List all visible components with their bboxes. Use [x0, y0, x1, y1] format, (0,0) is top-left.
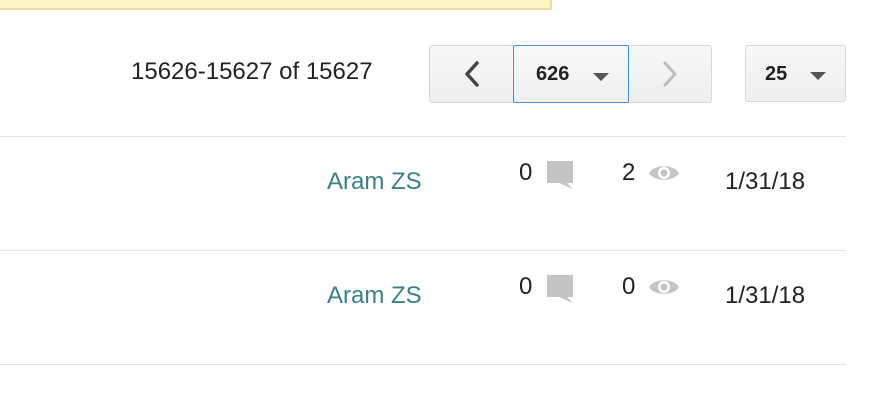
notice-banner	[0, 0, 552, 10]
current-page-value: 626	[536, 63, 570, 85]
eye-icon	[649, 166, 679, 180]
view-count: 2	[622, 159, 636, 186]
comment-icon	[547, 275, 573, 303]
post-date: 1/31/18	[725, 282, 806, 309]
page: 15626-15627 of 15627 626 25 Aram ZS 0 2 …	[0, 0, 884, 416]
next-page-button[interactable]	[629, 46, 711, 102]
comment-icon	[547, 161, 573, 189]
author-link[interactable]: Aram ZS	[327, 168, 422, 196]
prev-page-button[interactable]	[430, 46, 513, 102]
page-size-select[interactable]: 25	[745, 45, 846, 102]
page-size-value: 25	[765, 63, 788, 85]
row-divider	[0, 364, 846, 365]
caret-down-icon	[810, 72, 826, 80]
comment-count: 0	[519, 273, 533, 300]
post-date: 1/31/18	[725, 168, 806, 195]
chevron-right-icon	[663, 61, 677, 87]
table-row[interactable]: Aram ZS 0 0 1/31/18	[0, 251, 846, 364]
chevron-left-icon	[464, 61, 479, 87]
table-row[interactable]: Aram ZS 0 2 1/31/18	[0, 137, 846, 250]
pager-control: 626	[429, 45, 712, 103]
eye-icon	[649, 280, 679, 294]
comment-count: 0	[519, 159, 533, 186]
author-link[interactable]: Aram ZS	[327, 282, 422, 310]
pagination-range: 15626-15627 of 15627	[131, 58, 373, 85]
page-number-select[interactable]: 626	[513, 45, 629, 103]
view-count: 0	[622, 273, 636, 300]
caret-down-icon	[593, 73, 609, 81]
